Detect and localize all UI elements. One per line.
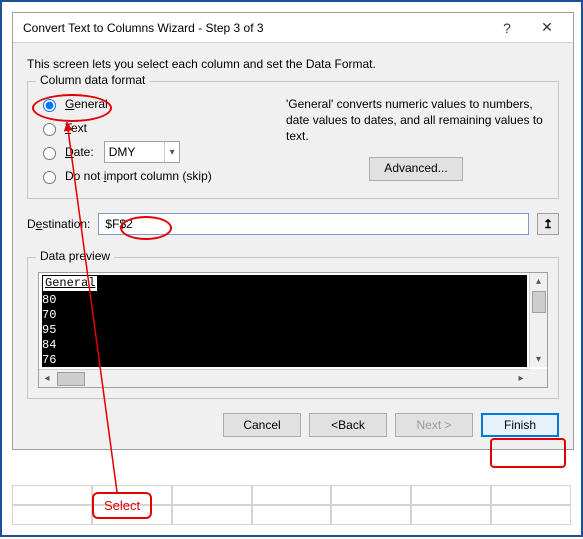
spreadsheet-cell[interactable] [172, 505, 252, 525]
radio-skip[interactable]: Do not import column (skip) [38, 164, 268, 188]
radio-general-input[interactable] [43, 99, 56, 112]
preview-row: 70 [42, 308, 56, 322]
radio-text-input[interactable] [43, 123, 56, 136]
format-description-area: 'General' converts numeric values to num… [280, 92, 548, 188]
radio-skip-input[interactable] [43, 171, 56, 184]
cancel-button[interactable]: Cancel [223, 413, 301, 437]
scroll-down-icon[interactable]: ▾ [531, 351, 547, 367]
spreadsheet-cell[interactable] [331, 485, 411, 505]
data-preview-group: Data preview General 80 70 95 84 76 ▴ ▾ [27, 257, 559, 399]
back-button[interactable]: < Back [309, 413, 387, 437]
instruction-text: This screen lets you select each column … [27, 57, 559, 71]
finish-button[interactable]: Finish [481, 413, 559, 437]
format-description: 'General' converts numeric values to num… [286, 96, 546, 145]
spreadsheet-cell[interactable] [331, 505, 411, 525]
scroll-corner [529, 369, 547, 387]
data-preview: General 80 70 95 84 76 ▴ ▾ ◂ [38, 272, 548, 388]
spreadsheet-cell[interactable] [12, 485, 92, 505]
spreadsheet-cell[interactable] [252, 485, 332, 505]
spreadsheet-cell[interactable] [172, 485, 252, 505]
advanced-button[interactable]: Advanced... [369, 157, 462, 181]
destination-label: Destination: [27, 217, 90, 231]
destination-value: $F$2 [105, 217, 132, 231]
group-label: Column data format [36, 73, 149, 87]
radio-list: General Text Date: DMY ▾ [38, 92, 268, 188]
chevron-down-icon: ▾ [164, 142, 175, 162]
radio-general-label: General [65, 97, 108, 111]
scroll-thumb-h[interactable] [57, 372, 85, 386]
annotation-select-label: Select [92, 492, 152, 519]
spreadsheet-cell[interactable] [12, 505, 92, 525]
spreadsheet-cell[interactable] [411, 485, 491, 505]
help-button[interactable]: ? [487, 14, 527, 42]
scroll-left-icon[interactable]: ◂ [39, 371, 55, 387]
dialog-title: Convert Text to Columns Wizard - Step 3 … [23, 21, 487, 35]
close-button[interactable]: ✕ [527, 14, 567, 42]
scroll-up-icon[interactable]: ▴ [531, 273, 547, 289]
dialog-footer: Cancel < Back Next > Finish [27, 413, 559, 437]
destination-input[interactable]: $F$2 [98, 213, 529, 235]
next-button: Next > [395, 413, 473, 437]
preview-row: 80 [42, 293, 56, 307]
radio-date[interactable]: Date: DMY ▾ [38, 140, 268, 164]
title-bar: Convert Text to Columns Wizard - Step 3 … [13, 13, 573, 43]
radio-date-label: Date: [65, 145, 94, 159]
dialog-body: This screen lets you select each column … [13, 43, 573, 449]
preview-content: General 80 70 95 84 76 [42, 275, 527, 367]
date-format-value: DMY [109, 145, 136, 159]
radio-text[interactable]: Text [38, 116, 268, 140]
radio-skip-label: Do not import column (skip) [65, 169, 212, 183]
scroll-thumb-v[interactable] [532, 291, 546, 313]
wizard-dialog: Convert Text to Columns Wizard - Step 3 … [12, 12, 574, 450]
spreadsheet-cell[interactable] [252, 505, 332, 525]
spreadsheet-cell[interactable] [491, 505, 571, 525]
radio-date-input[interactable] [43, 147, 56, 160]
preview-row: 84 [42, 338, 56, 352]
radio-text-label: Text [65, 121, 87, 135]
preview-group-label: Data preview [36, 249, 114, 263]
range-selector-button[interactable]: ↥ [537, 213, 559, 235]
preview-horizontal-scrollbar[interactable]: ◂ ▸ [39, 369, 529, 387]
date-format-select[interactable]: DMY ▾ [104, 141, 180, 163]
column-data-format-group: Column data format General Text Date: [27, 81, 559, 199]
preview-row: 95 [42, 323, 56, 337]
spreadsheet-cell[interactable] [411, 505, 491, 525]
scroll-right-icon[interactable]: ▸ [513, 371, 529, 387]
radio-general[interactable]: General [38, 92, 268, 116]
preview-column-header[interactable]: General [42, 275, 98, 292]
preview-vertical-scrollbar[interactable]: ▴ ▾ [529, 273, 547, 367]
destination-row: Destination: $F$2 ↥ [27, 213, 559, 235]
spreadsheet-cell[interactable] [491, 485, 571, 505]
preview-row: 76 [42, 353, 56, 367]
